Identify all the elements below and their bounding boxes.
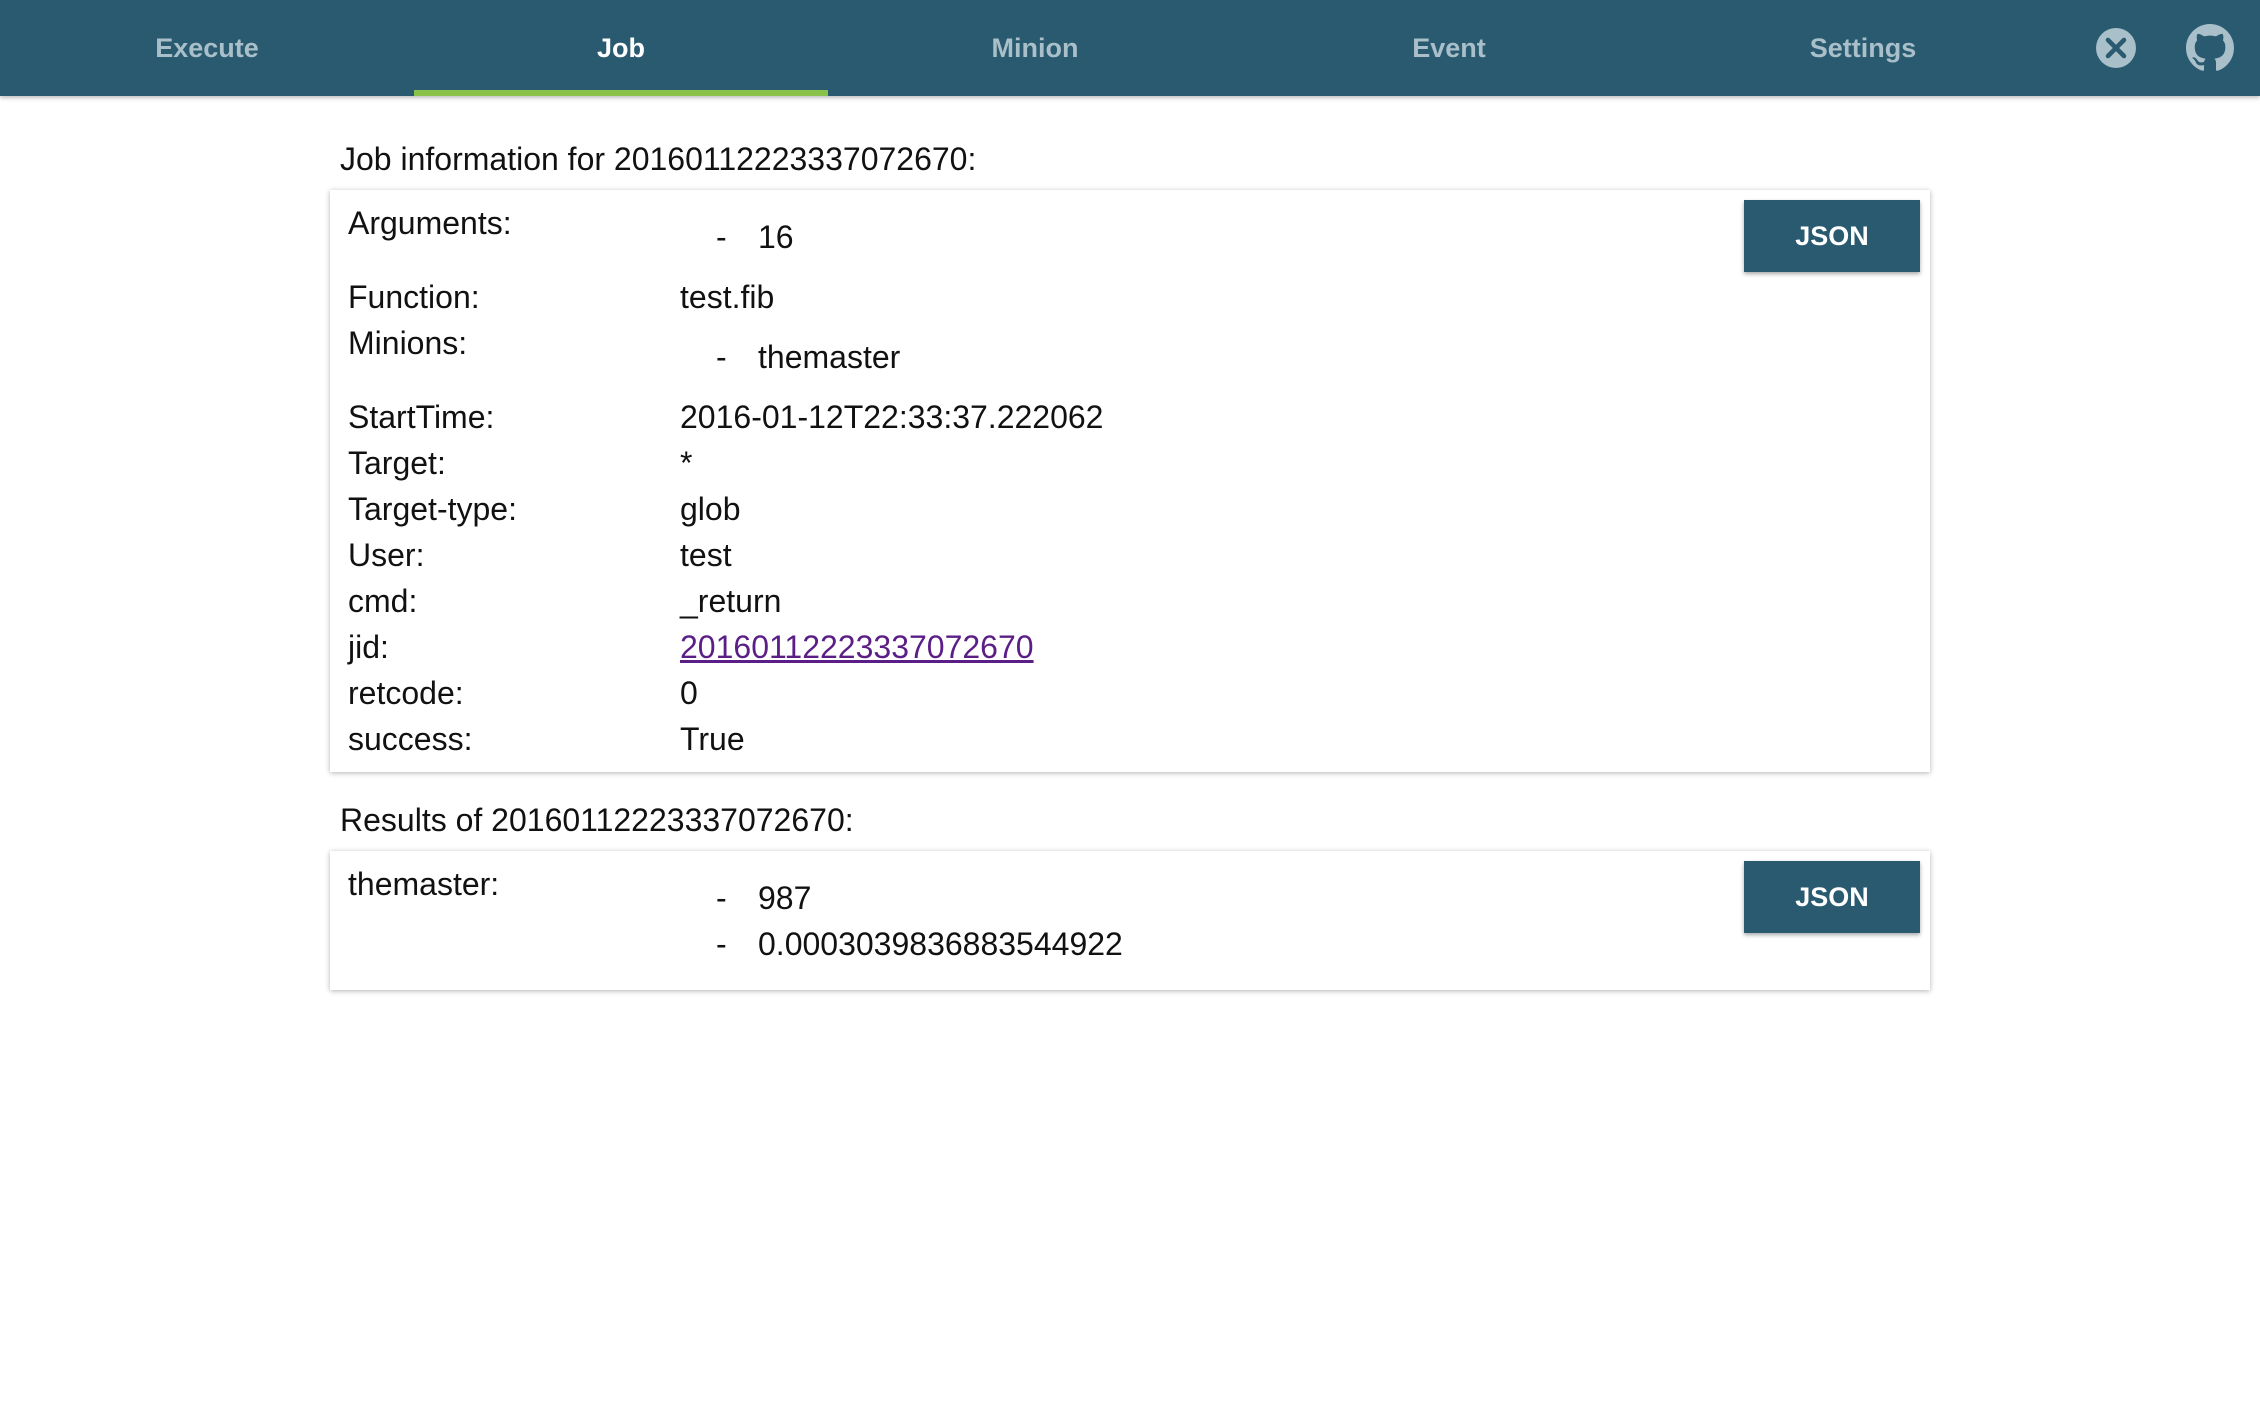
list-dash: - (716, 219, 727, 255)
list-item: -987 (716, 879, 811, 917)
job-info-card: JSON Arguments: -16 Function: test.fib M… (330, 190, 1930, 772)
github-icon[interactable] (2186, 24, 2234, 72)
result-minion-label: themaster: (348, 866, 500, 902)
list-dash: - (716, 926, 727, 962)
retcode-label: retcode: (348, 675, 464, 711)
argument-value: 16 (758, 219, 794, 255)
function-value: test.fib (680, 279, 775, 315)
list-item: - themaster (716, 338, 900, 376)
starttime-label: StartTime: (348, 399, 495, 435)
success-value: True (680, 721, 745, 757)
function-label: Function: (348, 279, 480, 315)
jid-label: jid: (348, 629, 389, 665)
minion-value: themaster (758, 339, 901, 375)
job-info-title: Job information for 20160112223337072670… (340, 141, 977, 177)
target-type-label: Target-type: (348, 491, 517, 527)
list-item: -0.0003039836883544922 (716, 925, 1123, 963)
results-json-button[interactable]: JSON (1744, 861, 1920, 933)
list-item: -16 (716, 218, 794, 256)
result-value: 0.0003039836883544922 (758, 926, 1123, 962)
jid-link[interactable]: 20160112223337072670 (680, 628, 1034, 666)
cmd-value: _return (680, 583, 782, 619)
results-title: Results of 20160112223337072670: (340, 802, 854, 838)
retcode-value: 0 (680, 675, 698, 711)
list-dash: - (716, 880, 727, 916)
arguments-label: Arguments: (348, 205, 512, 241)
tab-settings[interactable]: Settings (1656, 0, 2070, 96)
close-circle-icon[interactable] (2092, 24, 2140, 72)
cmd-label: cmd: (348, 583, 418, 619)
minions-label: Minions: (348, 325, 468, 361)
target-type-value: glob (680, 491, 741, 527)
list-dash: - (716, 339, 727, 375)
target-label: Target: (348, 445, 446, 481)
top-nav-bar: Execute Job Minion Event Settings (0, 0, 2260, 96)
starttime-value: 2016-01-12T22:33:37.222062 (680, 399, 1104, 435)
success-label: success: (348, 721, 473, 757)
tab-minion[interactable]: Minion (828, 0, 1242, 96)
tab-execute[interactable]: Execute (0, 0, 414, 96)
user-label: User: (348, 537, 425, 573)
job-json-button[interactable]: JSON (1744, 200, 1920, 272)
user-value: test (680, 537, 732, 573)
result-value: 987 (758, 880, 812, 916)
results-card: JSON themaster: -987 -0.0003039836883544… (330, 851, 1930, 990)
target-value: * (680, 445, 693, 481)
tab-event[interactable]: Event (1242, 0, 1656, 96)
tab-job[interactable]: Job (414, 0, 828, 96)
